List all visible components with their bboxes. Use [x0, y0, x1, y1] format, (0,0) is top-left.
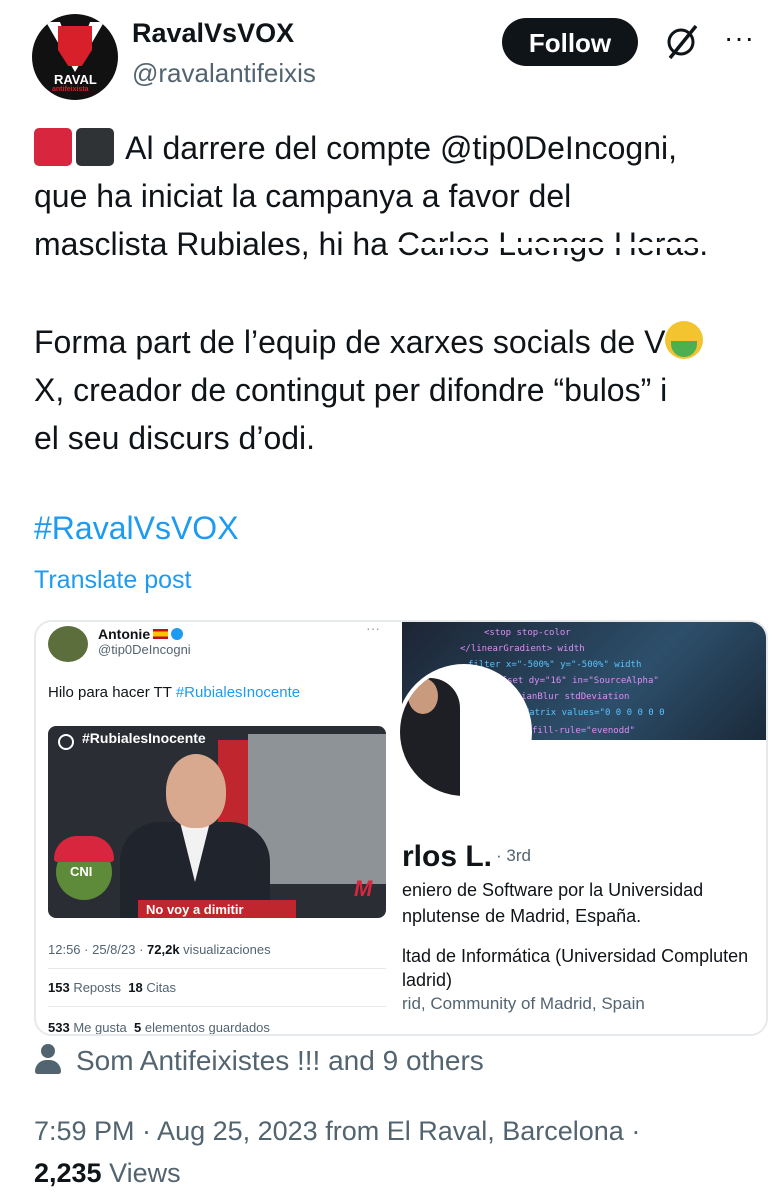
- video-settings-icon: [58, 734, 74, 750]
- more-options-button[interactable]: ···: [724, 22, 755, 54]
- post-text-line-3-prefix: masclista Rubiales, hi ha: [34, 226, 397, 262]
- embedded-video: #RubialesInocente CNI No voy a dimitir M: [48, 726, 386, 918]
- profile-name: rlos L.: [402, 840, 493, 873]
- views-count: 2,235: [34, 1158, 102, 1188]
- verified-badge-icon: [171, 628, 184, 640]
- post-text-line-2: que ha iniciat la campanya a favor del: [34, 178, 572, 214]
- saves-label: elementos guardados: [141, 1020, 270, 1035]
- video-caption: No voy a dimitir: [138, 900, 296, 918]
- post-image[interactable]: Antonie @tip0DeIncogni ··· Hilo para hac…: [34, 620, 768, 1036]
- profile-card-screenshot: <stop stop-color </linearGradient> width…: [396, 622, 766, 1034]
- profile-headline-1: eniero de Software por la Universidad: [402, 880, 704, 900]
- likes-count: 533: [48, 1020, 70, 1035]
- post-text-line-1-text: Al darrere del compte @tip0DeIncogni,: [125, 130, 677, 166]
- embedded-views: 72,2k: [147, 942, 180, 957]
- translate-post-link[interactable]: Translate post: [34, 566, 191, 595]
- embedded-text: Hilo para hacer TT #RubialesInocente: [48, 684, 300, 701]
- embedded-meta: 12:56 · 25/8/23 · 72,2k visualizaciones: [48, 942, 271, 957]
- embedded-text-prefix: Hilo para hacer TT: [48, 684, 176, 701]
- embedded-handle: @tip0DeIncogni: [98, 642, 191, 657]
- banner-code-line: </linearGradient> width: [460, 644, 585, 654]
- pepe-cap-icon: [54, 836, 114, 862]
- red-square-emoji: [34, 128, 72, 166]
- embedded-hashtag: #RubialesInocente: [175, 684, 301, 701]
- profile-location: rid, Community of Madrid, Spain: [402, 994, 645, 1013]
- post-text-line-4-text: Forma part de l’equip de xarxes socials …: [34, 324, 666, 360]
- grok-slash-icon[interactable]: [664, 22, 700, 62]
- pepe-cap-text: CNI: [70, 864, 93, 879]
- avatar-label: RAVAL: [54, 72, 97, 87]
- struck-name: Carlos Luengo Heras.: [396, 226, 709, 262]
- spain-flag-icon: [153, 629, 169, 639]
- video-speaker-head: [166, 754, 226, 828]
- author-name[interactable]: RavalVsVOX: [132, 18, 294, 49]
- embedded-more-icon: ···: [366, 620, 380, 636]
- embedded-tweet-screenshot: Antonie @tip0DeIncogni ··· Hilo para hac…: [36, 622, 402, 1034]
- banner-code-line: fill-rule="evenodd": [532, 726, 635, 736]
- embedded-time: 12:56 · 25/8/23 ·: [48, 942, 148, 957]
- views-label: Views: [109, 1158, 181, 1188]
- profile-education-2: ladrid): [402, 970, 453, 990]
- follow-button[interactable]: Follow: [502, 18, 638, 66]
- person-icon: [34, 1044, 62, 1074]
- profile-photo: [396, 664, 532, 800]
- post-text-line-5: X, creador de contingut per difondre “bu…: [34, 372, 668, 408]
- vomit-emoji-icon: [665, 321, 704, 359]
- embedded-name: Antonie: [98, 626, 184, 642]
- embedded-likes: 533 Me gusta 5 elementos guardados: [48, 1020, 270, 1035]
- liked-by-text: Som Antifeixistes !!! and 9 others: [76, 1045, 484, 1076]
- divider: [48, 968, 386, 969]
- embedded-name-text: Antonie: [98, 626, 151, 642]
- embedded-reposts: 153 Reposts 18 Citas: [48, 980, 176, 995]
- post-text-line-6: el seu discurs d’odi.: [34, 420, 316, 456]
- marca-logo: M: [354, 876, 373, 901]
- black-square-emoji: [76, 128, 114, 166]
- post-timestamp[interactable]: 7:59 PM · Aug 25, 2023 from El Raval, Ba…: [34, 1116, 640, 1147]
- embedded-avatar: [48, 626, 88, 662]
- quotes-label: Citas: [142, 980, 176, 995]
- profile-headline-2: nplutense de Madrid, España.: [402, 906, 642, 926]
- avatar-sublabel: antifeixista: [52, 86, 89, 93]
- profile-face: [408, 678, 438, 714]
- post-views: 2,235 Views: [34, 1158, 181, 1189]
- author-avatar[interactable]: RAVAL antifeixista: [32, 14, 118, 100]
- reposts-label: Reposts: [69, 980, 122, 995]
- profile-degree: · 3rd: [496, 846, 531, 865]
- banner-code-line: <stop stop-color: [484, 628, 571, 638]
- author-handle[interactable]: @ravalantifeixis: [132, 58, 316, 89]
- post-text-line-4: Forma part de l’equip de xarxes socials …: [34, 318, 704, 366]
- liked-by[interactable]: Som Antifeixistes !!! and 9 others: [34, 1044, 484, 1077]
- profile-education-1: ltad de Informática (Universidad Complut…: [402, 946, 749, 966]
- embedded-views-label: visualizaciones: [179, 942, 271, 957]
- likes-label: Me gusta: [69, 1020, 127, 1035]
- banner-code-line: filter x="-500%" y="-500%" width: [468, 660, 642, 670]
- video-hashtag: #RubialesInocente: [82, 730, 206, 746]
- post-text-line-3: masclista Rubiales, hi ha Carlos Luengo …: [34, 220, 708, 268]
- hashtag-link[interactable]: #RavalVsVOX: [34, 510, 239, 547]
- quotes-count: 18: [128, 980, 143, 995]
- post-text-line-1: Al darrere del compte @tip0DeIncogni,: [34, 124, 677, 172]
- divider: [48, 1006, 386, 1007]
- reposts-count: 153: [48, 980, 70, 995]
